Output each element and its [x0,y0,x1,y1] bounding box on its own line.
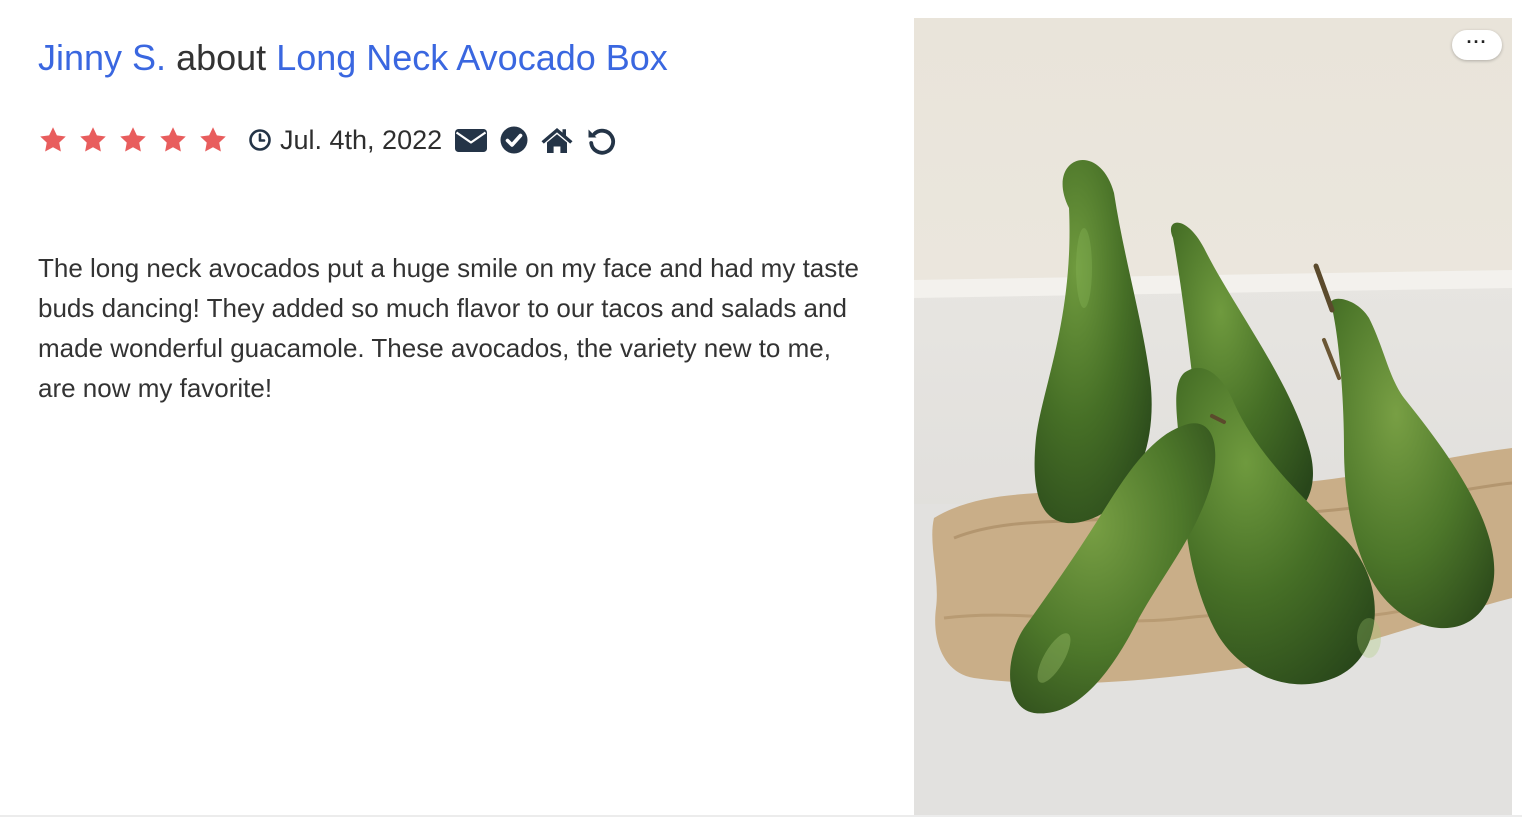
avocado-photo [914,18,1512,816]
review-meta: Jul. 4th, 2022 [38,120,626,160]
star-icon [160,127,186,152]
review-photo[interactable]: ··· [914,18,1512,816]
clock-icon [249,129,271,151]
star-rating [38,125,238,155]
star-icon [120,127,146,152]
photo-more-button[interactable]: ··· [1452,30,1502,60]
home-icon [541,128,573,153]
more-horizontal-icon: ··· [1466,32,1488,52]
star-icon [200,127,226,152]
product-name-link[interactable]: Long Neck Avocado Box [276,37,668,78]
star-icon [40,127,66,152]
divider [0,815,1522,817]
review-title: Jinny S. about Long Neck Avocado Box [38,36,668,80]
review-date: Jul. 4th, 2022 [280,124,443,155]
about-label: about [176,37,267,78]
star-icon [80,127,106,152]
review-body: The long neck avocados put a huge smile … [38,253,859,403]
envelope-icon [455,129,488,152]
undo-icon [588,128,616,155]
check-circle-icon [500,126,528,154]
reviewer-name-link[interactable]: Jinny S. [38,37,166,78]
